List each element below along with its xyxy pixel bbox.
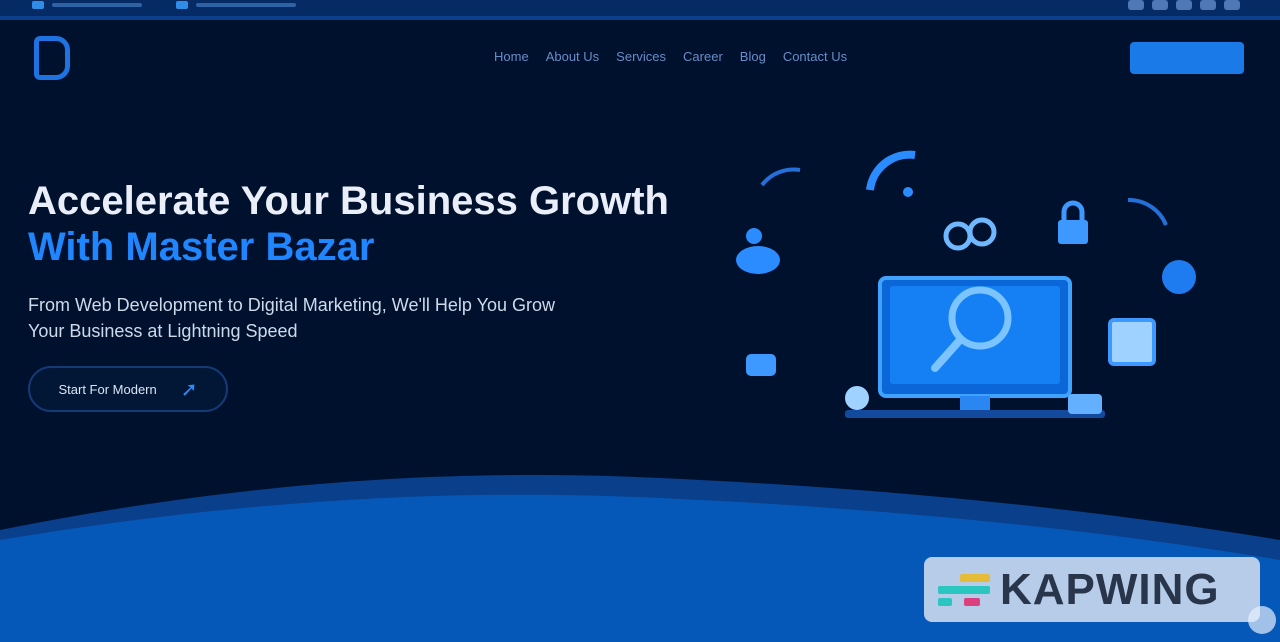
arc-decoration-2 <box>1127 197 1168 226</box>
nav-blog[interactable]: Blog <box>740 49 766 64</box>
kapwing-logo-icon <box>938 570 990 610</box>
site-logo[interactable] <box>34 36 82 80</box>
header-cta-button[interactable] <box>1130 42 1244 74</box>
top-bar <box>0 0 1280 20</box>
hero-start-button[interactable]: Start For Modern ➚ <box>28 366 228 412</box>
facebook-icon[interactable] <box>1128 0 1144 10</box>
kapwing-watermark: KAPWING <box>924 557 1260 622</box>
chat-icon <box>746 354 776 376</box>
hero-title-line1: Accelerate Your Business Growth <box>28 179 669 223</box>
cloud-icon <box>845 386 869 410</box>
lock-icon <box>1058 200 1088 244</box>
hero-title-line2: With Master Bazar <box>28 225 375 269</box>
kapwing-text: KAPWING <box>1000 564 1220 614</box>
logo-mark-icon <box>34 36 70 80</box>
headset-icon <box>736 228 780 274</box>
phone-icon <box>32 1 44 9</box>
nav-about-us[interactable]: About Us <box>546 49 599 64</box>
envelope-icon <box>1068 394 1102 414</box>
hero-title: Accelerate Your Business Growth With Mas… <box>28 178 669 270</box>
social-links <box>1128 0 1240 10</box>
twitter-icon[interactable] <box>1152 0 1168 10</box>
nav-contact-us[interactable]: Contact Us <box>783 49 847 64</box>
arrow-up-right-icon: ➚ <box>180 378 198 401</box>
main-nav: Home About Us Services Career Blog Conta… <box>494 49 847 64</box>
phone-text <box>52 3 142 7</box>
arc-decoration <box>760 167 801 187</box>
youtube-icon[interactable] <box>1224 0 1240 10</box>
nav-career[interactable]: Career <box>683 49 723 64</box>
nav-home[interactable]: Home <box>494 49 529 64</box>
link-icon <box>943 217 997 251</box>
linkedin-icon[interactable] <box>1176 0 1192 10</box>
globe-icon <box>1162 260 1196 294</box>
instagram-icon[interactable] <box>1200 0 1216 10</box>
email-icon <box>176 1 188 9</box>
phone-contact[interactable] <box>32 0 142 10</box>
hero-subtitle: From Web Development to Digital Marketin… <box>28 295 555 341</box>
email-contact[interactable] <box>176 0 296 10</box>
nav-services[interactable]: Services <box>616 49 666 64</box>
hero-button-label: Start For Modern <box>58 381 157 397</box>
document-icon <box>1108 318 1156 366</box>
hero-illustration <box>736 150 1196 418</box>
accessibility-icon[interactable] <box>1248 606 1276 634</box>
wifi-icon <box>866 150 916 197</box>
email-text <box>196 3 296 7</box>
